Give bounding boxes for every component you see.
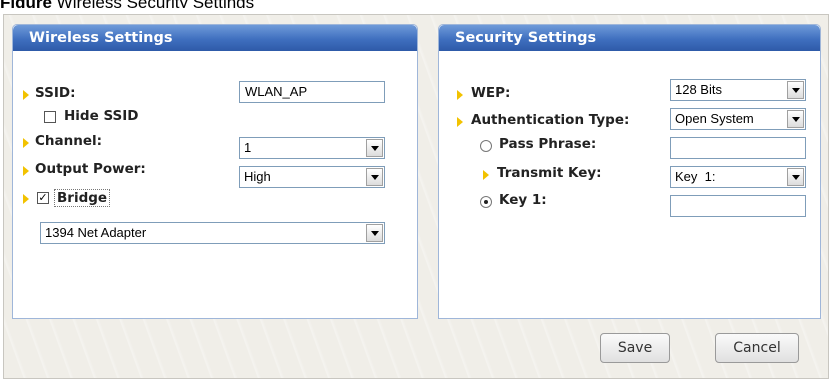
- channel-label: Channel:: [35, 133, 103, 149]
- cancel-button[interactable]: Cancel: [715, 333, 799, 363]
- chevron-down-icon[interactable]: [787, 110, 804, 128]
- auth-type-select-value: Open System: [675, 111, 754, 126]
- wep-select-value: 128 Bits: [675, 82, 722, 97]
- channel-select-value: 1: [244, 140, 252, 155]
- security-settings-title: Security Settings: [439, 25, 820, 51]
- pass-phrase-input[interactable]: [670, 137, 806, 159]
- chevron-down-icon[interactable]: [787, 168, 804, 186]
- hide-ssid-label: Hide SSID: [64, 108, 139, 124]
- transmit-key-arrow-icon: [483, 170, 489, 180]
- ssid-arrow-icon: [23, 90, 29, 100]
- chevron-down-icon[interactable]: [787, 81, 804, 99]
- output-power-select-value: High: [244, 169, 271, 184]
- auth-type-label: Authentication Type:: [471, 112, 630, 128]
- chevron-down-icon[interactable]: [366, 139, 383, 157]
- wireless-settings-title: Wireless Settings: [13, 25, 417, 51]
- chevron-down-icon[interactable]: [366, 224, 383, 242]
- figure-caption-text: Wireless Security Settings: [52, 0, 254, 8]
- wireless-settings-panel: Wireless Settings SSID: WLAN_AP Hide SSI…: [12, 24, 418, 319]
- hide-ssid-checkbox[interactable]: [44, 111, 56, 123]
- ssid-input[interactable]: WLAN_AP: [239, 81, 385, 103]
- key1-radio[interactable]: [480, 196, 492, 208]
- channel-arrow-icon: [23, 138, 29, 148]
- wep-label: WEP:: [471, 85, 511, 101]
- figure-label: Figure: [0, 0, 52, 8]
- transmit-key-label: Transmit Key:: [497, 165, 602, 181]
- bridge-adapter-select-value: 1394 Net Adapter: [45, 225, 147, 240]
- pass-phrase-label: Pass Phrase:: [499, 136, 597, 152]
- security-settings-panel: Security Settings WEP: 128 Bits Authenti…: [438, 24, 821, 319]
- transmit-key-select-value: Key 1:: [675, 169, 716, 184]
- auth-type-arrow-icon: [457, 117, 463, 127]
- bridge-checkbox[interactable]: ✓: [37, 192, 49, 204]
- figure-caption: Figure Wireless Security Settings: [0, 0, 831, 8]
- auth-type-select[interactable]: Open System: [670, 108, 806, 130]
- settings-window: Wireless Settings SSID: WLAN_AP Hide SSI…: [3, 14, 829, 379]
- pass-phrase-radio[interactable]: [480, 140, 492, 152]
- wep-select[interactable]: 128 Bits: [670, 79, 806, 101]
- transmit-key-select[interactable]: Key 1:: [670, 166, 806, 188]
- output-power-arrow-icon: [23, 166, 29, 176]
- key1-label: Key 1:: [499, 192, 547, 208]
- bridge-label: Bridge: [54, 189, 111, 207]
- channel-select[interactable]: 1: [239, 137, 385, 159]
- chevron-down-icon[interactable]: [366, 168, 383, 186]
- output-power-select[interactable]: High: [239, 166, 385, 188]
- output-power-label: Output Power:: [35, 161, 146, 177]
- wep-arrow-icon: [457, 90, 463, 100]
- bridge-adapter-select[interactable]: 1394 Net Adapter: [40, 222, 385, 244]
- key1-input[interactable]: [670, 195, 806, 217]
- bridge-arrow-icon: [23, 194, 29, 204]
- ssid-label: SSID:: [35, 85, 76, 101]
- save-button[interactable]: Save: [600, 333, 670, 363]
